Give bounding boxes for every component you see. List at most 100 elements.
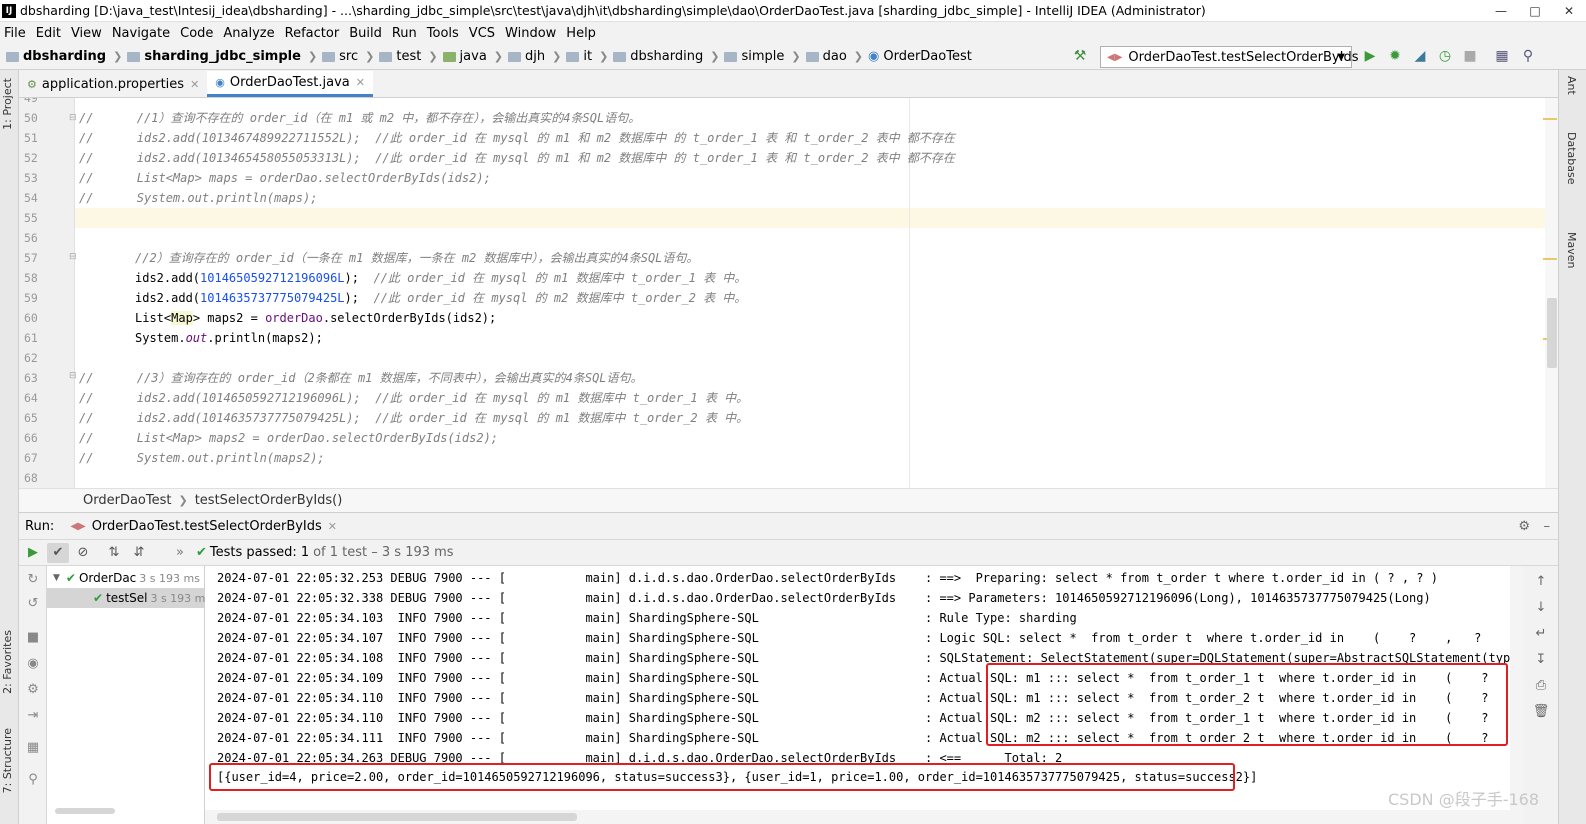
stop-icon[interactable]: ■ bbox=[1462, 48, 1478, 64]
menu-help[interactable]: Help bbox=[562, 26, 602, 41]
project-structure-icon[interactable]: ▦ bbox=[1494, 48, 1510, 64]
tool-structure[interactable]: 7: Structure bbox=[1, 728, 14, 793]
maximize-button[interactable]: □ bbox=[1518, 0, 1552, 21]
crumb-java[interactable]: java bbox=[442, 49, 487, 64]
menu-file[interactable]: File bbox=[0, 26, 32, 41]
gear-icon[interactable]: ⚙ bbox=[1518, 519, 1530, 534]
console-hscroll-thumb[interactable] bbox=[217, 813, 577, 821]
crumb-djh[interactable]: djh bbox=[508, 49, 545, 64]
coverage-icon[interactable]: ◢ bbox=[1412, 48, 1428, 64]
menu-tools[interactable]: Tools bbox=[423, 26, 465, 41]
crumb-it[interactable]: it bbox=[566, 49, 592, 64]
rerun-icon[interactable]: ▶ bbox=[22, 543, 44, 563]
run-icon[interactable]: ▶ bbox=[1362, 48, 1378, 64]
console-output[interactable]: 2024-07-01 22:05:32.253 DEBUG 7900 --- [… bbox=[205, 566, 1523, 824]
menu-refactor[interactable]: Refactor bbox=[281, 26, 346, 41]
crumb-src[interactable]: src bbox=[322, 49, 358, 64]
line-number: 56 bbox=[24, 231, 38, 245]
tab-application-properties[interactable]: ⚙ application.properties ✕ bbox=[19, 71, 207, 97]
menu-edit[interactable]: Edit bbox=[32, 26, 67, 41]
camera-icon[interactable]: ◉ bbox=[24, 654, 42, 672]
print-icon[interactable]: ⎙ bbox=[1532, 676, 1550, 694]
debug-icon[interactable]: ✹ bbox=[1387, 48, 1403, 64]
close-tab-icon[interactable]: ✕ bbox=[356, 76, 365, 89]
warning-marker[interactable] bbox=[1543, 118, 1557, 120]
close-tab-icon[interactable]: ✕ bbox=[190, 78, 199, 91]
crumb-project[interactable]: dbsharding bbox=[6, 49, 106, 64]
console-line: 2024-07-01 22:05:34.103 INFO 7900 --- [ … bbox=[217, 611, 1077, 625]
line-number: 49 bbox=[24, 98, 38, 105]
line-number: 60 bbox=[24, 311, 38, 325]
tool-favorites[interactable]: 2: Favorites bbox=[1, 630, 14, 694]
code-editor[interactable]: 49 50 51 52 53 54 55 56 57 58 59 60 61 6… bbox=[19, 98, 1558, 488]
line-number: 65 bbox=[24, 411, 38, 425]
warning-marker[interactable] bbox=[1543, 258, 1557, 260]
trash-icon[interactable]: 🗑 bbox=[1532, 702, 1550, 720]
passed-icon: ✔ bbox=[93, 591, 104, 605]
menu-vcs[interactable]: VCS bbox=[465, 26, 501, 41]
stop-icon[interactable]: ■ bbox=[24, 628, 42, 646]
line-number: 66 bbox=[24, 431, 38, 445]
arrow-up-icon[interactable]: ↑ bbox=[1532, 572, 1550, 590]
sort-alpha-icon[interactable]: ⇅ bbox=[103, 543, 125, 563]
profile-icon[interactable]: ◷ bbox=[1437, 48, 1453, 64]
crumb-module[interactable]: sharding_jdbc_simple bbox=[127, 49, 301, 64]
hide-panel-icon[interactable]: – bbox=[1544, 519, 1551, 534]
code-line: // System.out.println(maps2); bbox=[79, 451, 325, 465]
tool-ant[interactable]: Ant bbox=[1565, 76, 1578, 95]
search-everywhere-icon[interactable]: ⚲ bbox=[1520, 48, 1536, 64]
test-suite-node[interactable]: ▼ ✔ OrderDac 3 s 193 ms bbox=[53, 568, 200, 588]
navigation-bar: dbsharding ❯ sharding_jdbc_simple ❯ src ❯ t… bbox=[0, 44, 1586, 70]
class-icon: ◉ bbox=[868, 49, 880, 64]
pin-icon[interactable]: ⚲ bbox=[24, 770, 42, 788]
breadcrumb-class[interactable]: OrderDaoTest bbox=[83, 493, 171, 508]
run-config-select[interactable]: ◀▶ OrderDaoTest.testSelectOrderByIds ▼ bbox=[1100, 46, 1358, 68]
fold-icon[interactable]: ⊟ bbox=[69, 113, 77, 123]
sort-duration-icon[interactable]: ⇵ bbox=[128, 543, 150, 563]
tree-hscrollbar[interactable] bbox=[55, 808, 115, 814]
editor-scroll-thumb[interactable] bbox=[1547, 298, 1557, 368]
fold-icon[interactable]: ⊟ bbox=[69, 371, 77, 381]
crumb-class[interactable]: ◉ OrderDaoTest bbox=[868, 49, 972, 64]
menu-navigate[interactable]: Navigate bbox=[108, 26, 176, 41]
close-tab-icon[interactable]: ✕ bbox=[328, 520, 337, 533]
minimize-button[interactable]: — bbox=[1484, 0, 1518, 21]
breadcrumb-method[interactable]: testSelectOrderByIds() bbox=[195, 493, 343, 508]
show-ignored-icon[interactable]: ⊘ bbox=[72, 543, 94, 563]
crumb-dbsharding-pkg[interactable]: dbsharding bbox=[613, 49, 703, 64]
fold-icon[interactable]: ⊟ bbox=[69, 252, 77, 262]
tool-database[interactable]: Database bbox=[1565, 132, 1578, 185]
menu-build[interactable]: Build bbox=[345, 26, 388, 41]
crumb-dao[interactable]: dao bbox=[805, 49, 847, 64]
build-hammer-icon[interactable]: ⚒ bbox=[1072, 48, 1088, 64]
editor-scrollbar[interactable] bbox=[1545, 98, 1558, 488]
run-tab[interactable]: OrderDaoTest.testSelectOrderByIds bbox=[92, 519, 322, 534]
tests-passed-icon: ✔ bbox=[196, 545, 207, 560]
show-passed-icon[interactable]: ✔ bbox=[47, 542, 69, 563]
settings-icon[interactable]: ⚙ bbox=[24, 680, 42, 698]
package-icon bbox=[613, 51, 627, 62]
tab-orderdaotest[interactable]: ◉ OrderDaoTest.java ✕ bbox=[207, 71, 373, 97]
menu-analyze[interactable]: Analyze bbox=[219, 26, 280, 41]
package-icon bbox=[724, 51, 738, 62]
arrow-down-icon[interactable]: ↓ bbox=[1532, 598, 1550, 616]
import-icon[interactable]: ⇥ bbox=[24, 706, 42, 724]
chevron-right-icon: ❯ bbox=[113, 50, 123, 63]
scroll-to-end-icon[interactable]: ↧ bbox=[1532, 650, 1550, 668]
more-icon[interactable]: » bbox=[169, 543, 191, 563]
tool-project[interactable]: 1: Project bbox=[1, 78, 14, 130]
toggle-auto-test-icon[interactable]: ↺ bbox=[24, 594, 42, 612]
close-window-button[interactable]: ✕ bbox=[1552, 0, 1586, 21]
crumb-test[interactable]: test bbox=[379, 49, 421, 64]
menu-view[interactable]: View bbox=[67, 26, 108, 41]
crumb-simple[interactable]: simple bbox=[724, 49, 784, 64]
menu-window[interactable]: Window bbox=[501, 26, 562, 41]
tool-maven[interactable]: Maven bbox=[1565, 232, 1578, 268]
console-vscrollbar[interactable] bbox=[1510, 566, 1523, 810]
test-method-node[interactable]: ✔ testSel 3 s 193 ms bbox=[47, 588, 211, 608]
menu-run[interactable]: Run bbox=[388, 26, 423, 41]
menu-code[interactable]: Code bbox=[176, 26, 219, 41]
layout-icon[interactable]: ▦ bbox=[24, 738, 42, 756]
soft-wrap-icon[interactable]: ↵ bbox=[1532, 624, 1550, 642]
rerun-failed-icon[interactable]: ↻ bbox=[24, 570, 42, 588]
